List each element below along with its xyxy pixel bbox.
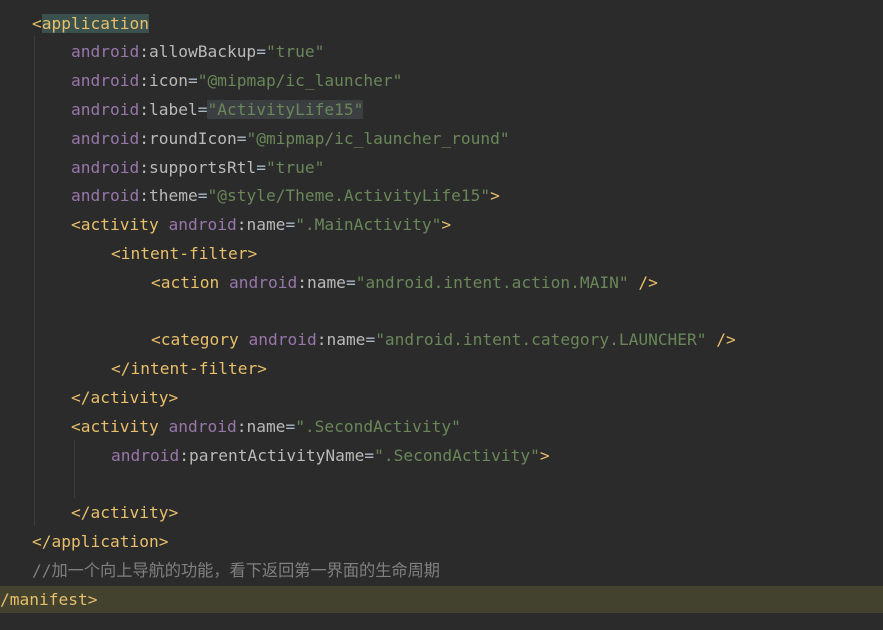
code-token: "ActivityLife15"	[207, 99, 364, 119]
code-editor[interactable]: <application android:allowBackup="true" an…	[0, 0, 883, 630]
code-line[interactable]	[0, 298, 883, 327]
code-token: android	[71, 157, 140, 177]
code-token: android	[71, 128, 140, 148]
code-line[interactable]: //加一个向上导航的功能，看下返回第一界面的生命周期	[0, 557, 883, 586]
code-token: :name	[316, 330, 366, 350]
code-token: android	[111, 445, 180, 465]
code-token: :allowBackup	[139, 42, 257, 62]
code-token: :theme	[139, 186, 198, 206]
code-token: /manifest>	[0, 589, 98, 609]
code-line[interactable]: </activity>	[0, 384, 883, 413]
code-line[interactable]: <intent-filter>	[0, 240, 883, 269]
code-line[interactable]: android:icon="@mipmap/ic_launcher"	[0, 67, 883, 96]
code-token: android	[71, 186, 140, 206]
code-token: <action	[151, 272, 229, 292]
code-token: =	[187, 71, 198, 91]
code-line[interactable]	[0, 470, 883, 499]
code-token: :supportsRtl	[139, 157, 257, 177]
code-line[interactable]: android:parentActivityName=".SecondActiv…	[0, 442, 883, 471]
code-token: android	[168, 215, 237, 235]
code-line[interactable]: <action android:name="android.intent.act…	[0, 269, 883, 298]
code-token: android	[71, 99, 140, 119]
code-token: </intent-filter>	[111, 359, 267, 379]
code-token: </activity>	[71, 503, 179, 523]
code-token: "@mipmap/ic_launcher"	[197, 71, 403, 91]
code-token: </application>	[32, 531, 169, 551]
code-token: ".SecondActivity"	[295, 416, 461, 436]
code-line[interactable]: </intent-filter>	[0, 355, 883, 384]
code-token: ".MainActivity"	[295, 215, 442, 235]
code-token: :label	[139, 99, 198, 119]
code-token: =	[364, 445, 375, 465]
code-token: =	[197, 99, 208, 119]
editor-bottom-edge	[0, 613, 883, 630]
code-line[interactable]: <application	[0, 10, 883, 39]
code-token: android	[71, 42, 140, 62]
code-token: =	[256, 157, 266, 177]
code-token: android	[168, 416, 237, 436]
code-token: :name	[297, 272, 346, 292]
code-token: ".SecondActivity"	[374, 445, 540, 465]
code-token: </activity>	[71, 387, 179, 407]
code-token: android	[228, 272, 298, 292]
code-token: "@mipmap/ic_launcher_round"	[246, 128, 510, 148]
code-token: =	[236, 128, 247, 148]
code-token: "android.intent.category.LAUNCHER"	[375, 330, 707, 350]
code-token: >	[441, 215, 452, 235]
code-line[interactable]: <activity android:name=".SecondActivity"	[0, 413, 883, 442]
code-token: >	[490, 186, 500, 206]
code-token: =	[256, 42, 266, 62]
code-token: />	[706, 330, 736, 350]
code-token: //加一个向上导航的功能，看下返回第一界面的生命周期	[32, 560, 440, 580]
code-token: "true"	[265, 157, 325, 177]
code-token: =	[285, 416, 296, 436]
code-line[interactable]: <activity android:name=".MainActivity">	[0, 211, 883, 240]
code-token: =	[285, 215, 296, 235]
code-line[interactable]: android:roundIcon="@mipmap/ic_launcher_r…	[0, 125, 883, 154]
code-token: <intent-filter>	[111, 243, 258, 263]
code-line[interactable]: android:label="ActivityLife15"	[0, 96, 883, 125]
code-token: <	[32, 13, 42, 33]
code-token: >	[539, 445, 550, 465]
code-token: android	[248, 330, 317, 350]
code-token: "@style/Theme.ActivityLife15"	[207, 186, 491, 206]
code-token: =	[345, 272, 356, 292]
code-token: android	[71, 71, 140, 91]
code-token: "android.intent.action.MAIN"	[355, 272, 629, 292]
code-token: "true"	[265, 42, 325, 62]
code-token: :parentActivityName	[179, 445, 365, 465]
code-line[interactable]: /manifest>	[0, 585, 883, 615]
code-token: :name	[236, 416, 286, 436]
code-token: application	[41, 13, 149, 33]
code-token: :icon	[139, 71, 188, 91]
code-token: =	[365, 330, 376, 350]
code-token: <activity	[71, 215, 169, 235]
code-token: =	[197, 186, 208, 206]
code-line[interactable]: android:theme="@style/Theme.ActivityLife…	[0, 182, 883, 211]
code-token: <category	[151, 330, 249, 350]
code-line[interactable]: </activity>	[0, 499, 883, 528]
code-line[interactable]: android:supportsRtl="true"	[0, 154, 883, 183]
code-line[interactable]: android:allowBackup="true"	[0, 38, 883, 67]
code-token: :name	[236, 215, 286, 235]
code-token: :roundIcon	[139, 128, 237, 148]
code-line[interactable]: </application>	[0, 528, 883, 557]
code-token: <activity	[71, 416, 169, 436]
code-line[interactable]: <category android:name="android.intent.c…	[0, 326, 883, 355]
code-token: />	[628, 272, 658, 292]
